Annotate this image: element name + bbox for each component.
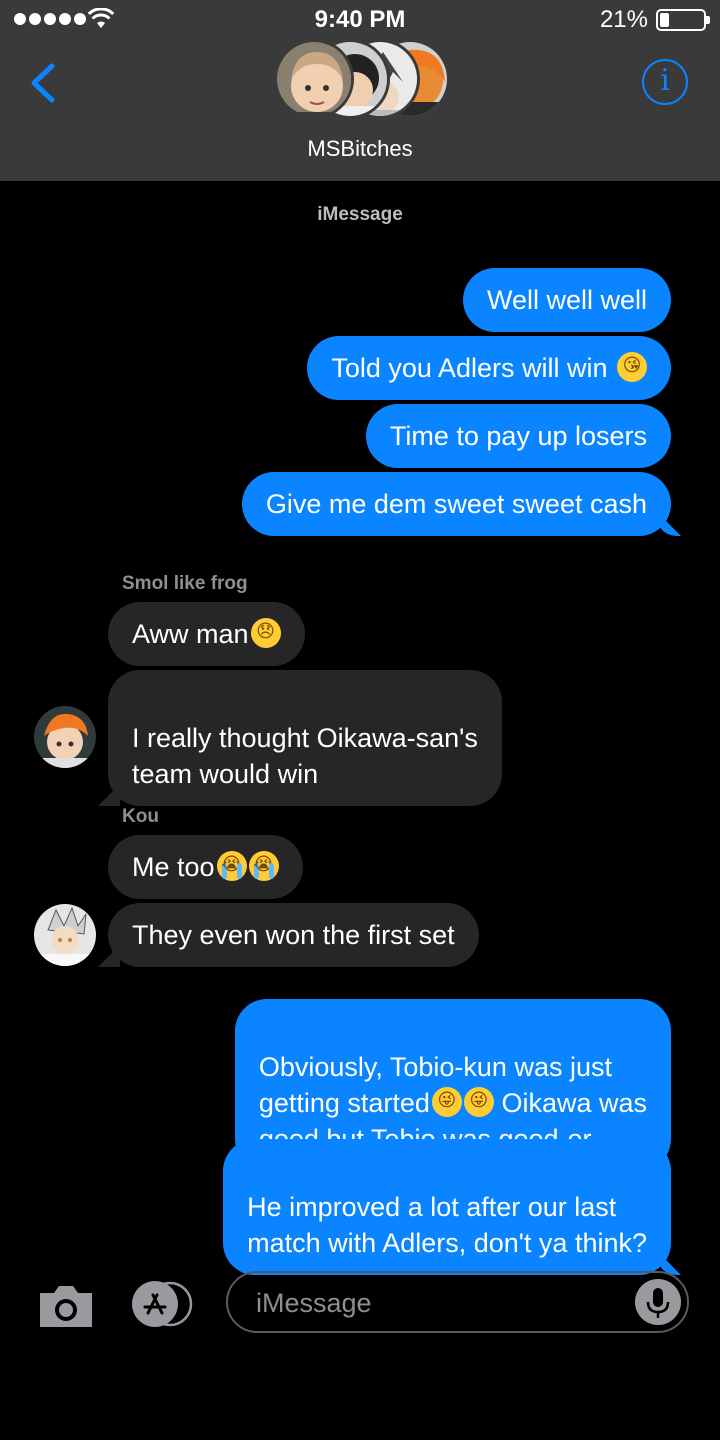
sender-avatar[interactable] [34,904,96,966]
disappointed-face-emoji: 😞 [250,618,281,648]
incoming-message[interactable]: Aww man 😞 [108,602,305,666]
zany-face-emoji: 😜 [431,1087,462,1117]
microphone-button[interactable] [635,1279,681,1325]
message-text: They even won the first set [132,920,455,950]
incoming-message[interactable]: Me too 😭 😭 [108,835,303,899]
message-text: Told you Adlers will win [331,353,608,383]
incoming-message[interactable]: They even won the first set [108,903,479,967]
message-input[interactable]: iMessage [226,1271,689,1333]
outgoing-message[interactable]: Time to pay up losers [365,404,671,468]
message-text: Well well well [486,285,647,315]
loudly-crying-face-emoji: 😭 [248,851,279,881]
sender-avatar[interactable] [34,706,96,768]
conversation-header: 9:40 PM 21% i MSBitches [0,0,720,181]
group-name[interactable]: MSBitches [0,136,720,162]
outgoing-message[interactable]: Told you Adlers will win 😘 [307,336,671,400]
outgoing-message[interactable]: Well well well [462,268,671,332]
app-store-button[interactable] [130,1281,194,1327]
loudly-crying-face-emoji: 😭 [216,851,247,881]
outgoing-message[interactable]: He improved a lot after our last match w… [223,1139,671,1275]
message-text: He improved a lot after our last match w… [247,1192,647,1258]
camera-button[interactable] [38,1281,94,1329]
back-button[interactable] [22,58,66,108]
kissing-face-emoji: 😘 [617,352,647,382]
battery-level-fill [660,13,669,27]
incoming-message[interactable]: I really thought Oikawa-san's team would… [108,670,502,806]
group-avatar-stack[interactable] [274,39,450,119]
message-text: Me too [132,852,215,882]
service-label: iMessage [317,204,403,225]
status-bar: 9:40 PM 21% [0,0,720,38]
sender-name: Smol like frog [122,573,248,594]
info-button[interactable]: i [642,59,688,105]
group-member-avatar [274,39,354,119]
battery-icon [656,9,710,31]
message-text: Aww man [132,619,249,649]
zany-face-emoji: 😜 [463,1087,494,1117]
input-placeholder: iMessage [256,1288,372,1318]
message-text: Give me dem sweet sweet cash [265,489,647,519]
message-text: Time to pay up losers [389,421,647,451]
battery-percentage: 21% [599,6,648,33]
sender-name: Kou [122,806,159,827]
message-text: I really thought Oikawa-san's team would… [132,723,478,789]
outgoing-message[interactable]: Give me dem sweet sweet cash [241,472,671,536]
